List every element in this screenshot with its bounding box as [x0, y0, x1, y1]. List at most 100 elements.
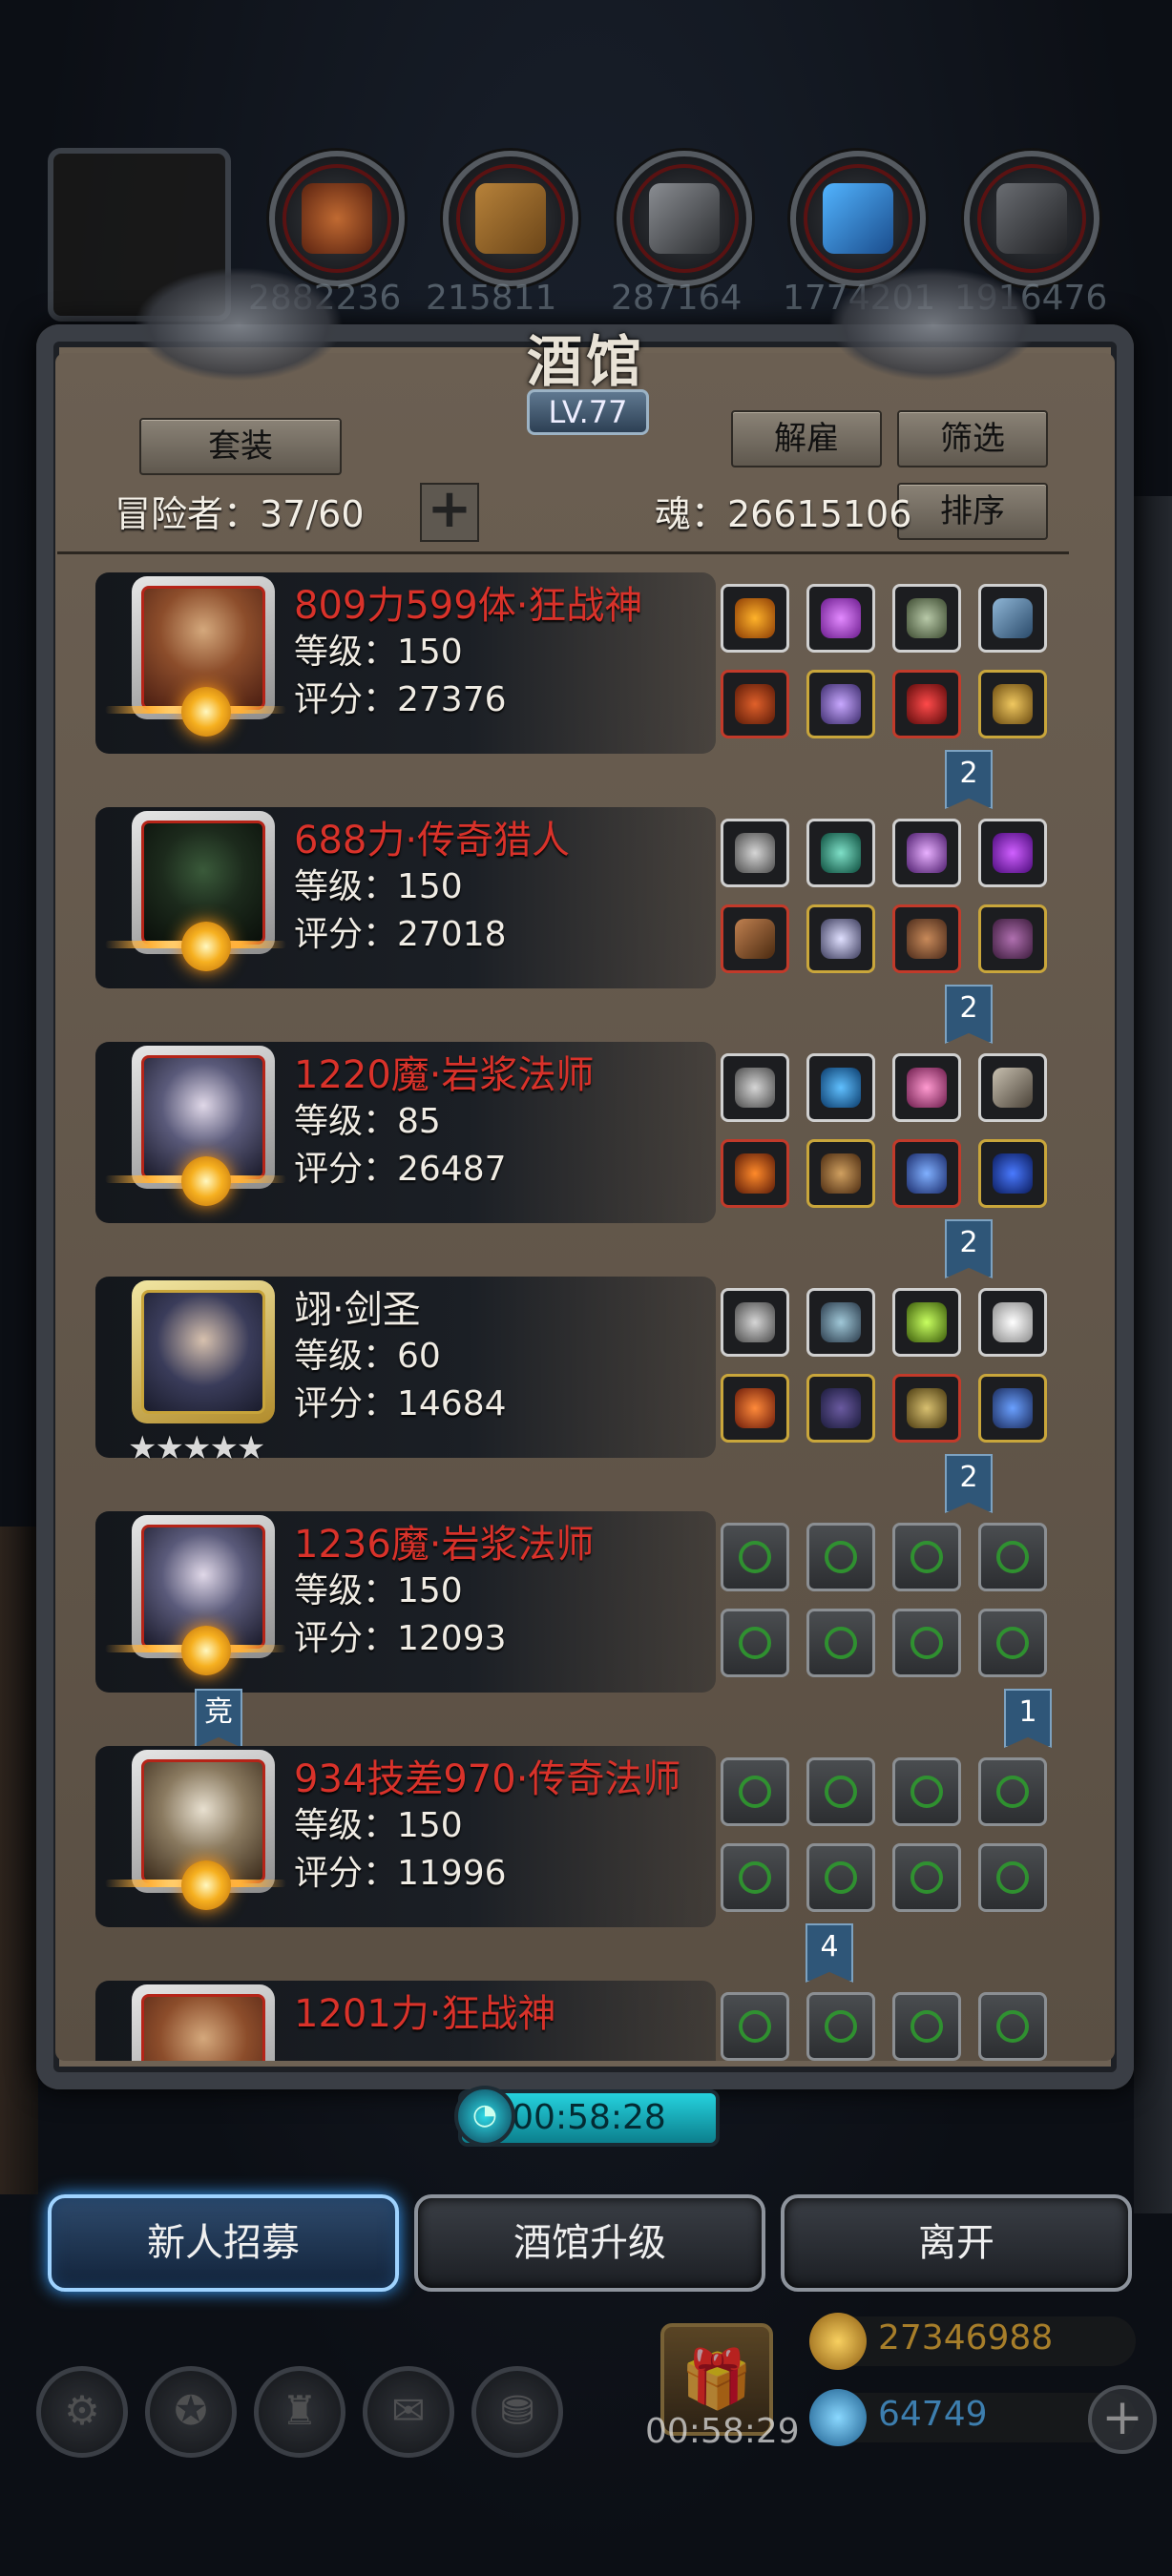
- empty-accessory-slot-icon[interactable]: [978, 1757, 1047, 1826]
- resource-slot-5[interactable]: [964, 151, 1099, 286]
- hero-level: 等级：150: [294, 867, 463, 906]
- resource-slot-3[interactable]: [617, 151, 752, 286]
- equip-wing-icon[interactable]: [978, 1288, 1047, 1357]
- equip-gauntlet-icon[interactable]: [892, 904, 961, 973]
- equip-necklace-icon[interactable]: [892, 670, 961, 738]
- resource-slot-2[interactable]: [443, 151, 578, 286]
- equip-helm-icon[interactable]: [721, 1288, 789, 1357]
- sort-button[interactable]: 排序: [897, 483, 1048, 540]
- hero-card[interactable]: 1236魔·岩浆法师 等级：150 评分：12093 竞 1: [95, 1502, 1059, 1748]
- hero-face-icon: [141, 1994, 265, 2061]
- equip-staff-icon[interactable]: [721, 1139, 789, 1208]
- hero-card[interactable]: 1201力·狂战神: [95, 1971, 1059, 2061]
- hero-level: 等级：85: [294, 1102, 441, 1141]
- achievement-icon[interactable]: ✪: [145, 2366, 237, 2458]
- equip-boots-icon[interactable]: [978, 904, 1047, 973]
- meat-icon: [302, 183, 372, 254]
- empty-helm-slot-icon[interactable]: [721, 1757, 789, 1826]
- resource-value-3: 287164: [611, 279, 743, 318]
- equip-amulet-icon[interactable]: [806, 819, 875, 887]
- empty-ring-slot-icon[interactable]: [978, 1609, 1047, 1677]
- equip-helm-icon[interactable]: [721, 1053, 789, 1122]
- empty-amulet-slot-icon[interactable]: [806, 1992, 875, 2061]
- empty-armor-slot-icon[interactable]: [806, 1609, 875, 1677]
- equip-claw-icon[interactable]: [721, 1374, 789, 1443]
- panel-title: 酒馆: [526, 329, 645, 394]
- equip-pendant-icon[interactable]: [978, 1374, 1047, 1443]
- empty-ring-slot-icon[interactable]: [892, 1843, 961, 1912]
- empty-accessory-slot-icon[interactable]: [892, 1992, 961, 2061]
- hero-name: 1201力·狂战神: [294, 1992, 556, 2036]
- equip-stone-icon[interactable]: [806, 1288, 875, 1357]
- hero-level: 等级：150: [294, 1571, 463, 1610]
- empty-armor-slot-icon[interactable]: [806, 1843, 875, 1912]
- add-currency-button[interactable]: +: [1088, 2385, 1157, 2454]
- hero-card[interactable]: 1220魔·岩浆法师 等级：85 评分：26487 2: [95, 1032, 1059, 1278]
- empty-ring-slot-icon[interactable]: [892, 1609, 961, 1677]
- settings-icon[interactable]: ⚙: [36, 2366, 128, 2458]
- hero-score: 评分：12093: [294, 1619, 507, 1658]
- empty-ring-slot-icon[interactable]: [978, 1843, 1047, 1912]
- resource-slot-4[interactable]: [790, 151, 926, 286]
- hero-name: 688力·传奇猎人: [294, 819, 571, 862]
- equip-helm-icon[interactable]: [721, 819, 789, 887]
- empty-accessory-slot-icon[interactable]: [892, 1757, 961, 1826]
- legend-medal-icon: [181, 687, 231, 737]
- equip-axe-icon[interactable]: [721, 670, 789, 738]
- resource-slot-1[interactable]: [269, 151, 405, 286]
- hero-score: 评分：14684: [294, 1384, 507, 1423]
- empty-amulet-slot-icon[interactable]: [806, 1523, 875, 1591]
- equip-robe-icon[interactable]: [806, 1139, 875, 1208]
- equip-orb-icon[interactable]: [806, 1053, 875, 1122]
- equip-horn-icon[interactable]: [892, 819, 961, 887]
- equip-crown-icon[interactable]: [721, 584, 789, 653]
- recruit-button[interactable]: 新人招募: [48, 2194, 399, 2292]
- empty-weapon-slot-icon[interactable]: [721, 1609, 789, 1677]
- dismiss-button[interactable]: 解雇: [731, 410, 882, 467]
- empty-accessory-slot-icon[interactable]: [892, 1523, 961, 1591]
- equip-dragon-icon[interactable]: [892, 1139, 961, 1208]
- hero-name: 1220魔·岩浆法师: [294, 1053, 595, 1097]
- iron-icon: [649, 183, 720, 254]
- legend-medal-icon: [181, 1626, 231, 1675]
- add-capacity-button[interactable]: +: [420, 483, 479, 542]
- set-button[interactable]: 套装: [139, 418, 342, 475]
- hero-portrait[interactable]: [132, 1280, 275, 1423]
- mail-icon[interactable]: ✉: [363, 2366, 454, 2458]
- empty-weapon-slot-icon[interactable]: [721, 1843, 789, 1912]
- equip-armor-icon[interactable]: [806, 670, 875, 738]
- legend-medal-icon: [181, 1156, 231, 1206]
- equip-tome-icon[interactable]: [978, 584, 1047, 653]
- shop-icon[interactable]: ⛃: [471, 2366, 563, 2458]
- filter-button[interactable]: 筛选: [897, 410, 1048, 467]
- leave-button[interactable]: 离开: [781, 2194, 1132, 2292]
- equip-sapphire-icon[interactable]: [978, 1139, 1047, 1208]
- equip-ring-icon[interactable]: [978, 670, 1047, 738]
- hero-card[interactable]: 809力599体·狂战神 等级：150 评分：27376 2: [95, 563, 1059, 809]
- equip-bracer-icon[interactable]: [892, 584, 961, 653]
- hero-card[interactable]: ★★★★★ 翊·剑圣 等级：60 评分：14684 2: [95, 1267, 1059, 1513]
- hero-card[interactable]: 934技差970·传奇法师 等级：150 评分：11996 4: [95, 1736, 1059, 1983]
- hero-level: 等级：150: [294, 1806, 463, 1845]
- equip-comb-icon[interactable]: [892, 1053, 961, 1122]
- equip-bow-icon[interactable]: [721, 904, 789, 973]
- hero-portrait[interactable]: [132, 1984, 275, 2061]
- guild-icon[interactable]: ♜: [254, 2366, 345, 2458]
- equip-gem-icon[interactable]: [806, 584, 875, 653]
- equip-cloak-icon[interactable]: [806, 1374, 875, 1443]
- equip-lantern-icon[interactable]: [892, 1288, 961, 1357]
- empty-helm-slot-icon[interactable]: [721, 1992, 789, 2061]
- equip-chest-icon[interactable]: [806, 904, 875, 973]
- empty-accessory-slot-icon[interactable]: [978, 1523, 1047, 1591]
- empty-helm-slot-icon[interactable]: [721, 1523, 789, 1591]
- hero-score: 评分：27376: [294, 680, 507, 719]
- equip-horned-helm-icon[interactable]: [892, 1374, 961, 1443]
- star-rating: ★★★★★: [128, 1429, 265, 1467]
- empty-accessory-slot-icon[interactable]: [978, 1992, 1047, 2061]
- upgrade-tavern-button[interactable]: 酒馆升级: [414, 2194, 765, 2292]
- equip-crystal-icon[interactable]: [978, 819, 1047, 887]
- hero-list[interactable]: 809力599体·狂战神 等级：150 评分：27376 2 688力·传奇猎人…: [57, 563, 1117, 2061]
- empty-amulet-slot-icon[interactable]: [806, 1757, 875, 1826]
- equip-shield-icon[interactable]: [978, 1053, 1047, 1122]
- hero-card[interactable]: 688力·传奇猎人 等级：150 评分：27018 2: [95, 798, 1059, 1044]
